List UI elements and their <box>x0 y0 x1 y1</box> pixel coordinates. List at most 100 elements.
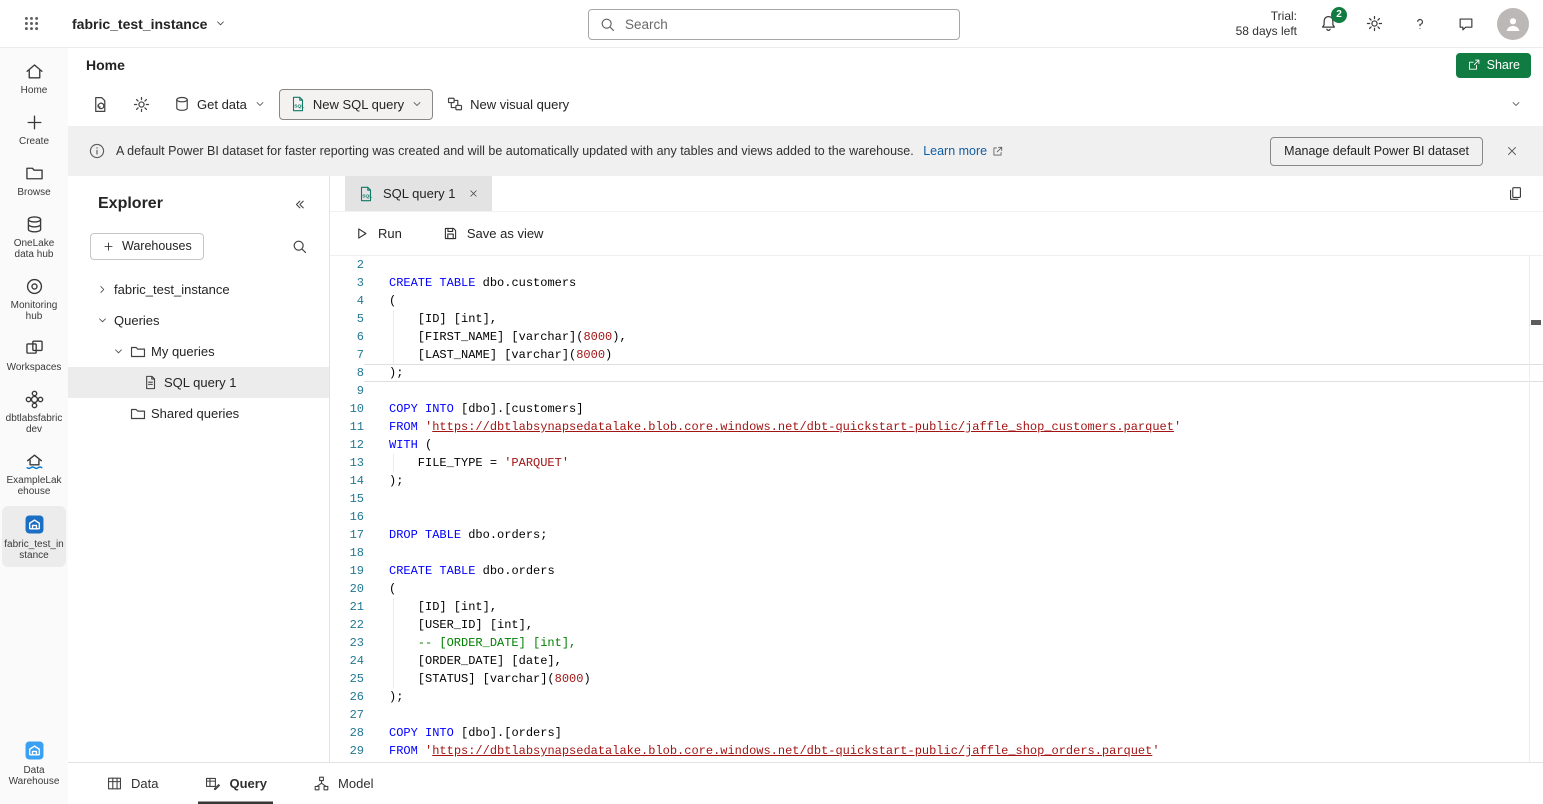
code-line-6[interactable]: 6 [FIRST_NAME] [varchar](8000), <box>330 328 1543 346</box>
code-line-16[interactable]: 16 <box>330 508 1543 526</box>
feedback-button[interactable] <box>1451 9 1481 39</box>
code-line-25[interactable]: 25 [STATUS] [varchar](8000) <box>330 670 1543 688</box>
nav-rail-item-onelake-data-hub[interactable]: OneLake data hub <box>2 207 66 266</box>
app-launcher-button[interactable] <box>14 7 48 41</box>
new-sql-query-button[interactable]: SQL New SQL query <box>279 89 433 120</box>
trial-label: Trial: <box>1236 9 1297 24</box>
collapse-explorer-button[interactable] <box>285 190 313 218</box>
line-content <box>364 490 1543 508</box>
code-line-7[interactable]: 7 [LAST_NAME] [varchar](8000) <box>330 346 1543 364</box>
nav-rail-item-workspaces[interactable]: Workspaces <box>2 331 66 379</box>
tree-item-shared-queries[interactable]: Shared queries <box>68 398 329 429</box>
copy-icon <box>1507 185 1524 202</box>
chevron-right-icon <box>94 283 111 296</box>
code-line-29[interactable]: 29FROM 'https://dbtlabsynapsedatalake.bl… <box>330 742 1543 760</box>
code-line-22[interactable]: 22 [USER_ID] [int], <box>330 616 1543 634</box>
code-line-12[interactable]: 12WITH ( <box>330 436 1543 454</box>
nav-rail-item-browse[interactable]: Browse <box>2 156 66 204</box>
new-visual-query-button[interactable]: New visual query <box>437 88 578 120</box>
sql-code-editor[interactable]: 23CREATE TABLE dbo.customers4(5 [ID] [in… <box>330 256 1543 762</box>
line-number: 6 <box>330 328 364 346</box>
code-line-5[interactable]: 5 [ID] [int], <box>330 310 1543 328</box>
sql-file-icon <box>140 374 161 391</box>
line-content: ( <box>364 292 1543 310</box>
tree-item-queries[interactable]: Queries <box>68 305 329 336</box>
code-line-21[interactable]: 21 [ID] [int], <box>330 598 1543 616</box>
nav-rail-item-home[interactable]: Home <box>2 54 66 102</box>
chevron-down-icon <box>411 98 423 110</box>
line-number: 13 <box>330 454 364 472</box>
code-line-17[interactable]: 17DROP TABLE dbo.orders; <box>330 526 1543 544</box>
nav-rail-item-examplelakehouse[interactable]: ExampleLakehouse <box>2 444 66 503</box>
line-number: 11 <box>330 418 364 436</box>
code-line-8[interactable]: 8); <box>330 364 1543 382</box>
browse-icon <box>24 163 45 184</box>
code-line-4[interactable]: 4( <box>330 292 1543 310</box>
line-number: 22 <box>330 616 364 634</box>
code-line-18[interactable]: 18 <box>330 544 1543 562</box>
account-avatar[interactable] <box>1497 8 1529 40</box>
run-button[interactable]: Run <box>347 224 408 243</box>
visual-query-icon <box>446 95 464 113</box>
code-line-28[interactable]: 28COPY INTO [dbo].[orders] <box>330 724 1543 742</box>
editor-scrollbar[interactable] <box>1529 256 1543 762</box>
tab-home[interactable]: Home <box>84 48 127 82</box>
chevron-down-icon <box>94 314 111 327</box>
line-content: [ID] [int], <box>364 598 1543 616</box>
nav-rail-item-data-warehouse[interactable]: Data Warehouse <box>2 732 66 793</box>
lakehouse-icon <box>24 451 45 472</box>
code-line-14[interactable]: 14); <box>330 472 1543 490</box>
code-line-11[interactable]: 11FROM 'https://dbtlabsynapsedatalake.bl… <box>330 418 1543 436</box>
nav-rail-item-fabric-test-instance[interactable]: fabric_test_instance <box>2 506 66 567</box>
code-line-19[interactable]: 19CREATE TABLE dbo.orders <box>330 562 1543 580</box>
nav-rail-item-monitoring-hub[interactable]: Monitoring hub <box>2 269 66 328</box>
tab-sql-query-1[interactable]: SQL SQL query 1 <box>345 176 492 211</box>
search-input[interactable] <box>623 16 949 33</box>
code-line-23[interactable]: 23 -- [ORDER_DATE] [int], <box>330 634 1543 652</box>
view-switcher-bar: Data Query Model <box>68 762 1543 804</box>
warehouse-settings-button[interactable] <box>123 88 160 120</box>
code-line-2[interactable]: 2 <box>330 256 1543 274</box>
add-warehouses-button[interactable]: Warehouses <box>90 233 204 260</box>
code-line-20[interactable]: 20( <box>330 580 1543 598</box>
overview-ruler-mark <box>1531 320 1541 325</box>
code-line-24[interactable]: 24 [ORDER_DATE] [date], <box>330 652 1543 670</box>
tab-close-button[interactable] <box>464 184 484 204</box>
share-button[interactable]: Share <box>1456 53 1531 78</box>
settings-button[interactable] <box>1359 9 1389 39</box>
tree-item-fabric-test-instance[interactable]: fabric_test_instance <box>68 274 329 305</box>
line-number: 26 <box>330 688 364 706</box>
view-tab-data[interactable]: Data <box>100 763 164 804</box>
code-line-10[interactable]: 10COPY INTO [dbo].[customers] <box>330 400 1543 418</box>
code-line-3[interactable]: 3CREATE TABLE dbo.customers <box>330 274 1543 292</box>
nav-rail-item-create[interactable]: Create <box>2 105 66 153</box>
code-line-13[interactable]: 13 FILE_TYPE = 'PARQUET' <box>330 454 1543 472</box>
workspace-title-menu[interactable]: fabric_test_instance <box>72 16 227 32</box>
ribbon-collapse-button[interactable] <box>1501 89 1531 119</box>
tree-item-sql-query-1[interactable]: SQL query 1 <box>68 367 329 398</box>
banner-close-button[interactable] <box>1497 136 1527 166</box>
code-line-27[interactable]: 27 <box>330 706 1543 724</box>
learn-more-link[interactable]: Learn more <box>923 144 1004 158</box>
get-data-button[interactable]: Get data <box>164 88 275 120</box>
explorer-search-button[interactable] <box>285 232 313 260</box>
copy-button[interactable] <box>1500 179 1530 209</box>
nav-rail-item-label: fabric_test_instance <box>4 539 64 561</box>
code-line-15[interactable]: 15 <box>330 490 1543 508</box>
manage-default-dataset-button[interactable]: Manage default Power BI dataset <box>1270 137 1483 166</box>
nav-rail-item-dbtlabsfabricdev[interactable]: dbtlabsfabricdev <box>2 382 66 441</box>
chevron-down-icon <box>110 345 127 358</box>
view-tab-query[interactable]: Query <box>198 763 273 804</box>
refresh-button[interactable] <box>82 88 119 120</box>
save-as-view-button[interactable]: Save as view <box>436 224 550 243</box>
chevron-down-icon <box>254 98 266 110</box>
help-button[interactable] <box>1405 9 1435 39</box>
document-refresh-icon <box>91 95 110 114</box>
code-line-9[interactable]: 9 <box>330 382 1543 400</box>
view-tab-label: Query <box>229 776 267 791</box>
tree-item-my-queries[interactable]: My queries <box>68 336 329 367</box>
notifications-button[interactable]: 2 <box>1313 9 1343 39</box>
view-tab-model[interactable]: Model <box>307 763 379 804</box>
line-content <box>364 256 1543 274</box>
code-line-26[interactable]: 26); <box>330 688 1543 706</box>
